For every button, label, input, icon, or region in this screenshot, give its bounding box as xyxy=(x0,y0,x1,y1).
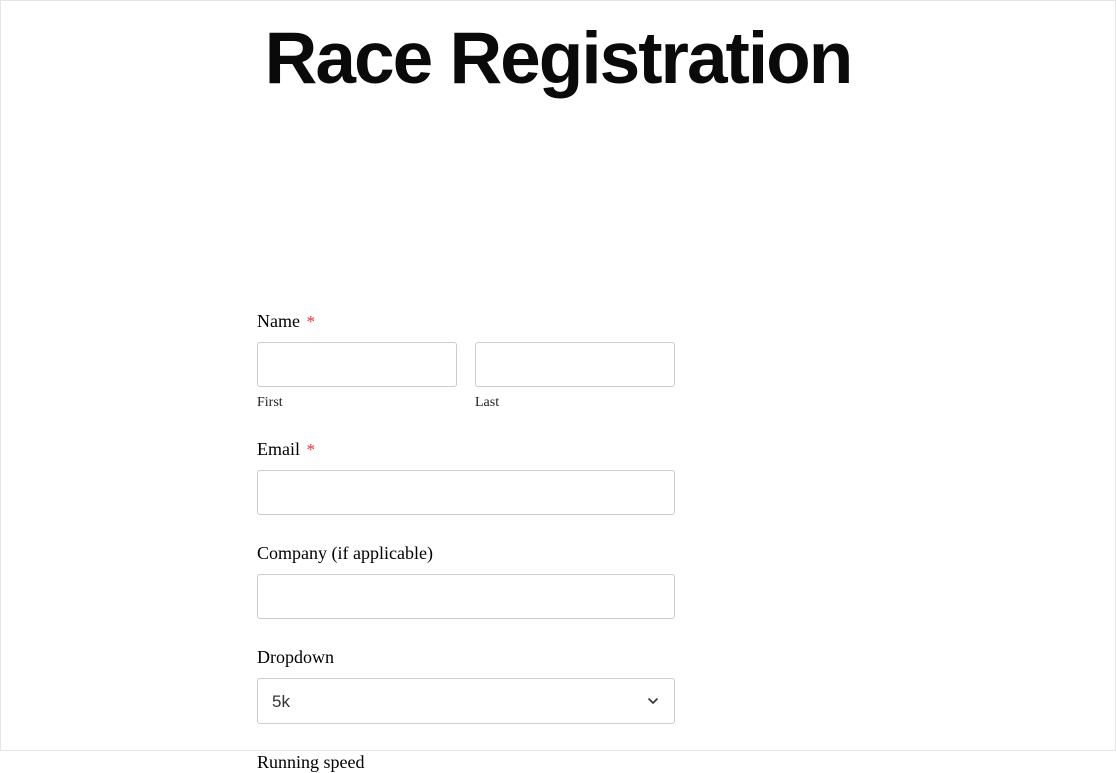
last-name-input[interactable] xyxy=(475,342,675,387)
last-sub-label: Last xyxy=(475,395,675,411)
name-field: Name * First Last xyxy=(257,311,675,411)
company-field: Company (if applicable) xyxy=(257,543,675,619)
registration-form: Name * First Last Email * Company (if ap… xyxy=(257,311,675,773)
company-label: Company (if applicable) xyxy=(257,543,675,564)
email-label: Email * xyxy=(257,439,675,460)
email-field: Email * xyxy=(257,439,675,515)
first-sub-label: First xyxy=(257,395,457,411)
company-input[interactable] xyxy=(257,574,675,619)
first-name-input[interactable] xyxy=(257,342,457,387)
last-name-col: Last xyxy=(475,342,675,411)
name-label: Name * xyxy=(257,311,675,332)
running-speed-label: Running speed xyxy=(257,752,675,773)
required-mark: * xyxy=(307,440,316,459)
first-name-col: First xyxy=(257,342,457,411)
running-speed-field: Running speed xyxy=(257,752,675,773)
email-input[interactable] xyxy=(257,470,675,515)
name-label-text: Name xyxy=(257,311,300,331)
email-label-text: Email xyxy=(257,439,300,459)
name-row: First Last xyxy=(257,342,675,411)
page-title: Race Registration xyxy=(1,19,1115,99)
dropdown-field: Dropdown 5k xyxy=(257,647,675,724)
required-mark: * xyxy=(306,312,315,331)
dropdown-label: Dropdown xyxy=(257,647,675,668)
dropdown-select[interactable]: 5k xyxy=(257,678,675,724)
dropdown-wrap: 5k xyxy=(257,678,675,724)
